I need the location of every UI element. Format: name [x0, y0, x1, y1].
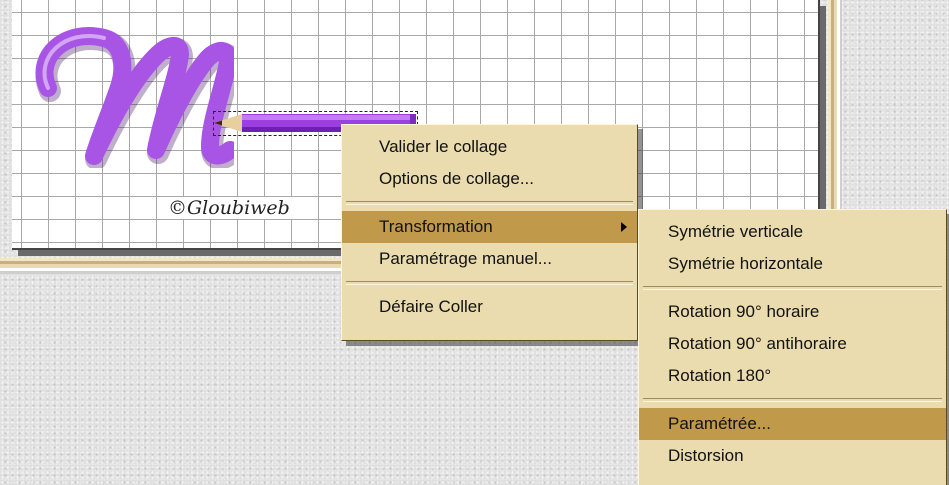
menu-item-label: Transformation [379, 217, 493, 236]
menu-item-rotate-180[interactable]: Rotation 180° [639, 360, 946, 392]
menu-item-flip-vertical[interactable]: Symétrie verticale [639, 216, 946, 248]
menu-separator [643, 398, 942, 402]
menu-item-label: Paramétrage manuel... [379, 249, 552, 268]
menu-item-label: Rotation 90° antihoraire [668, 334, 847, 353]
menu-item-rotate-90-cw[interactable]: Rotation 90° horaire [639, 296, 946, 328]
menu-item-label: Symétrie verticale [668, 222, 804, 241]
menu-item-transformation[interactable]: Transformation [342, 211, 637, 243]
menu-separator [346, 281, 633, 285]
menu-item-label: Options de collage... [379, 169, 534, 188]
menu-item-undo-paste[interactable]: Défaire Coller [342, 291, 637, 323]
menu-item-label: Défaire Coller [379, 297, 483, 316]
menu-item-label: Distorsion [668, 446, 744, 465]
menu-item-label: Symétrie horizontale [668, 254, 823, 273]
paste-context-menu: Valider le collage Options de collage...… [341, 124, 638, 341]
menu-item-parametric[interactable]: Paramétrée... [639, 408, 946, 440]
menu-item-flip-horizontal[interactable]: Symétrie horizontale [639, 248, 946, 280]
copyright-signature: ©Gloubiweb [166, 197, 292, 219]
menu-item-label: Rotation 180° [668, 366, 772, 385]
menu-item-validate-paste[interactable]: Valider le collage [342, 131, 637, 163]
menu-item-label: Paramétrée... [668, 414, 771, 433]
menu-item-rotate-90-ccw[interactable]: Rotation 90° antihoraire [639, 328, 946, 360]
menu-item-distortion[interactable]: Distorsion [639, 440, 946, 472]
menu-separator [643, 286, 942, 290]
menu-item-label: Valider le collage [379, 137, 508, 156]
submenu-arrow-icon [621, 222, 627, 232]
menu-separator [346, 201, 633, 205]
transformation-submenu: Symétrie verticale Symétrie horizontale … [638, 209, 947, 485]
menu-item-manual-settings[interactable]: Paramétrage manuel... [342, 243, 637, 275]
menu-item-paste-options[interactable]: Options de collage... [342, 163, 637, 195]
letter-m-graphic [35, 27, 234, 168]
menu-item-label: Rotation 90° horaire [668, 302, 820, 321]
